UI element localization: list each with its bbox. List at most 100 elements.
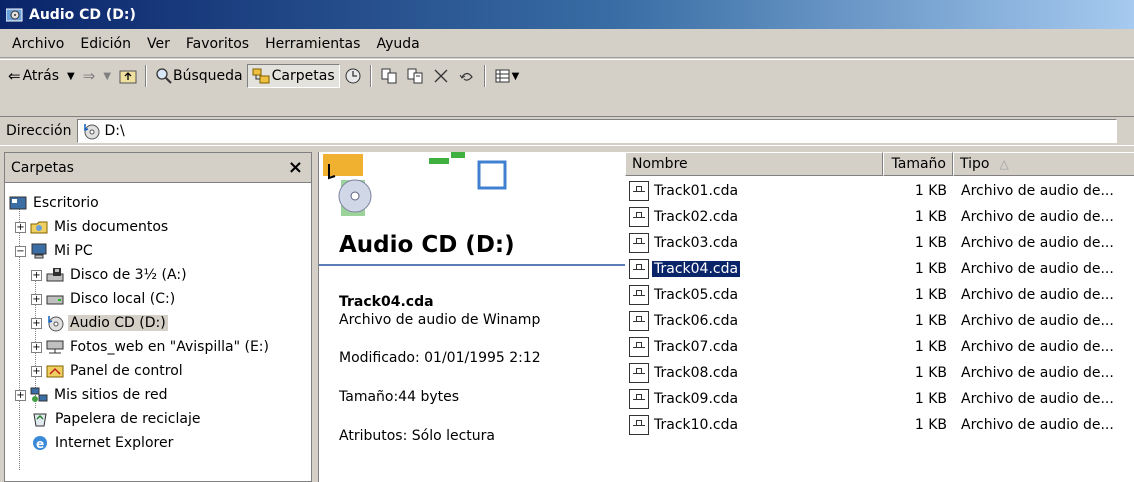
file-row[interactable]: Track02.cda 1 KB Archivo de audio de...: [625, 204, 1134, 230]
file-size: 1 KB: [914, 391, 947, 407]
close-icon[interactable]: ×: [288, 158, 303, 177]
cda-file-icon: [629, 311, 649, 331]
file-name: Track01.cda: [654, 183, 739, 199]
explorer-window: Audio CD (D:) Archivo Edición Ver Favori…: [0, 0, 1134, 482]
tree-item-label: Papelera de reciclaje: [55, 411, 201, 427]
back-button[interactable]: ⇐ Atrás ▼: [4, 64, 79, 88]
folders-button[interactable]: Carpetas: [246, 64, 340, 88]
collapse-icon[interactable]: −: [15, 245, 26, 257]
expand-icon[interactable]: +: [31, 365, 42, 377]
file-name-cell: Track07.cda: [629, 334, 740, 360]
copy-to-button[interactable]: [402, 64, 428, 88]
move-to-icon: [380, 67, 398, 85]
file-name-cell: Track01.cda: [629, 178, 740, 204]
expand-icon[interactable]: +: [31, 269, 42, 281]
back-dropdown-icon[interactable]: ▼: [67, 71, 75, 82]
column-header-name[interactable]: Nombre: [625, 152, 883, 176]
expand-icon[interactable]: +: [31, 293, 42, 305]
delete-button[interactable]: [428, 64, 454, 88]
up-folder-button[interactable]: [115, 64, 141, 88]
expand-icon[interactable]: +: [15, 221, 26, 233]
ie-icon: e: [31, 434, 49, 452]
tree-item-escritorio[interactable]: Escritorio: [9, 191, 101, 215]
file-row[interactable]: Track03.cda 1 KB Archivo de audio de...: [625, 230, 1134, 256]
undo-button[interactable]: [454, 64, 480, 88]
forward-dropdown-icon[interactable]: ▼: [103, 71, 111, 82]
file-row[interactable]: Track10.cda 1 KB Archivo de audio de...: [625, 412, 1134, 438]
file-name-cell: Track03.cda: [629, 230, 740, 256]
expand-icon[interactable]: +: [31, 317, 42, 329]
selected-file-type: Archivo de audio de Winamp: [339, 312, 541, 328]
views-dropdown-icon[interactable]: ▼: [512, 71, 520, 82]
tree-item-fotos-web[interactable]: + Fotos_web en "Avispilla" (E:): [31, 335, 271, 359]
folders-pane-header: Carpetas ×: [5, 153, 311, 183]
network-places-icon: [30, 386, 48, 404]
tree-item-disco-c[interactable]: + Disco local (C:): [31, 287, 177, 311]
selected-file-attributes: Atributos: Sólo lectura: [339, 428, 495, 444]
title-bar[interactable]: Audio CD (D:): [0, 0, 1134, 29]
file-type: Archivo de audio de...: [961, 261, 1114, 277]
standard-buttons-row: ⇐ Atrás ▼ ⇒ ▼ Búsqueda Carpetas ▼: [4, 62, 523, 90]
expand-icon[interactable]: +: [31, 341, 42, 353]
search-button[interactable]: Búsqueda: [151, 64, 247, 88]
file-type: Archivo de audio de...: [961, 391, 1114, 407]
audio-cd-icon: [46, 314, 64, 332]
back-arrow-icon: ⇐: [8, 67, 21, 85]
delete-icon: [432, 67, 450, 85]
web-view-title: Audio CD (D:): [339, 232, 515, 258]
tree-item-mi-pc[interactable]: − Mi PC: [15, 239, 95, 263]
column-header-label: Tamaño: [891, 156, 946, 172]
file-row[interactable]: Track07.cda 1 KB Archivo de audio de...: [625, 334, 1134, 360]
file-row[interactable]: Track01.cda 1 KB Archivo de audio de...: [625, 178, 1134, 204]
file-type: Archivo de audio de...: [961, 417, 1114, 433]
file-name: Track02.cda: [654, 209, 739, 225]
file-type: Archivo de audio de...: [961, 183, 1114, 199]
tree-item-internet-explorer[interactable]: e Internet Explorer: [31, 431, 175, 455]
history-button[interactable]: [340, 64, 366, 88]
file-row[interactable]: Track09.cda 1 KB Archivo de audio de...: [625, 386, 1134, 412]
file-row[interactable]: Track05.cda 1 KB Archivo de audio de...: [625, 282, 1134, 308]
file-name: Track03.cda: [654, 235, 739, 251]
control-panel-icon: [46, 362, 64, 380]
menu-favoritos[interactable]: Favoritos: [178, 33, 257, 55]
menu-archivo[interactable]: Archivo: [4, 33, 72, 55]
cda-file-icon: [629, 181, 649, 201]
file-row[interactable]: Track06.cda 1 KB Archivo de audio de...: [625, 308, 1134, 334]
tree-item-audio-cd[interactable]: + Audio CD (D:): [31, 311, 168, 335]
tree-item-panel-control[interactable]: + Panel de control: [31, 359, 185, 383]
menu-edicion[interactable]: Edición: [72, 33, 139, 55]
file-name: Track04.cda: [650, 260, 742, 278]
tree-item-sitios-red[interactable]: + Mis sitios de red: [15, 383, 169, 407]
file-row[interactable]: Track04.cda 1 KB Archivo de audio de...: [625, 256, 1134, 282]
menu-ver[interactable]: Ver: [139, 33, 178, 55]
file-name-cell: Track04.cda: [629, 256, 742, 282]
tree-item-papelera[interactable]: Papelera de reciclaje: [31, 407, 202, 431]
move-to-button[interactable]: [376, 64, 402, 88]
file-name: Track06.cda: [654, 313, 739, 329]
toolbar: ⇐ Atrás ▼ ⇒ ▼ Búsqueda Carpetas ▼: [0, 59, 1134, 115]
tree-item-mis-documentos[interactable]: + Mis documentos: [15, 215, 170, 239]
menu-ayuda[interactable]: Ayuda: [368, 33, 427, 55]
content-pane: Audio CD (D:) Track04.cda Archivo de aud…: [318, 152, 1134, 482]
tree-item-disco-a[interactable]: + Disco de 3½ (A:): [31, 263, 189, 287]
sort-ascending-icon: △: [999, 157, 1009, 171]
column-header-type[interactable]: Tipo △: [953, 152, 1134, 176]
file-type: Archivo de audio de...: [961, 209, 1114, 225]
column-header-size[interactable]: Tamaño: [883, 152, 953, 176]
my-computer-icon: [30, 242, 48, 260]
search-icon: [155, 67, 173, 85]
undo-icon: [458, 67, 476, 85]
search-label: Búsqueda: [173, 68, 243, 84]
address-value: D:\: [104, 123, 125, 139]
file-row[interactable]: Track08.cda 1 KB Archivo de audio de...: [625, 360, 1134, 386]
menu-herramientas[interactable]: Herramientas: [257, 33, 368, 55]
address-input[interactable]: D:\: [77, 119, 1118, 143]
file-name-cell: Track02.cda: [629, 204, 740, 230]
cda-file-icon: [629, 363, 649, 383]
forward-button[interactable]: ⇒ ▼: [79, 64, 115, 88]
expand-icon[interactable]: +: [15, 389, 26, 401]
cda-file-icon: [629, 233, 649, 253]
recycle-bin-icon: [31, 410, 49, 428]
views-button[interactable]: ▼: [490, 64, 524, 88]
selected-file-modified: Modificado: 01/01/1995 2:12: [339, 350, 541, 366]
